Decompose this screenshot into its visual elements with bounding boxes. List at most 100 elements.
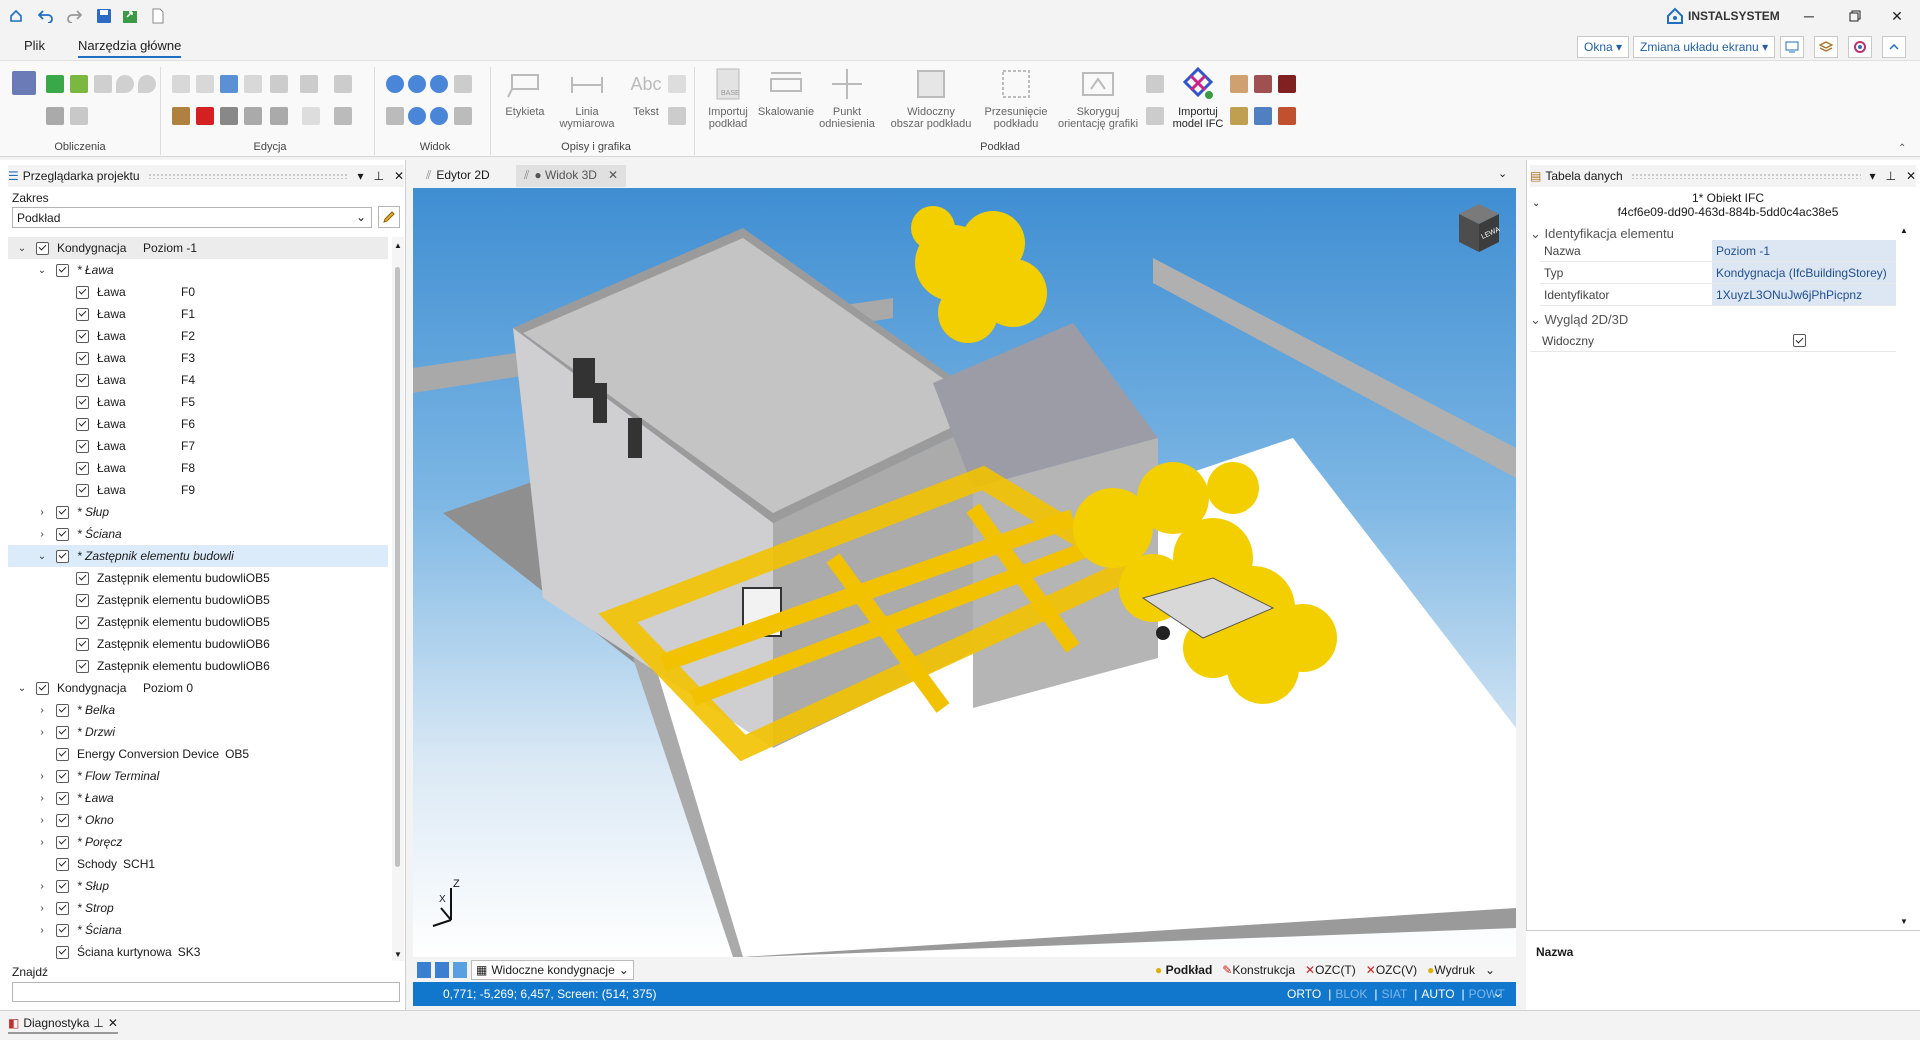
- tree-checkbox[interactable]: [76, 659, 89, 673]
- close-icon[interactable]: ✕: [1906, 169, 1916, 183]
- zoom-window-icon[interactable]: [430, 75, 448, 93]
- collapse-chevron-icon[interactable]: ⌄: [16, 243, 28, 254]
- select-icon[interactable]: [334, 107, 352, 125]
- dim-line-button[interactable]: Linia wymiarowa: [552, 65, 622, 130]
- data-table-scrollbar[interactable]: ▲ ▼: [1900, 226, 1912, 926]
- tree-checkbox[interactable]: [56, 725, 69, 739]
- tree-checkbox[interactable]: [36, 241, 49, 255]
- collapse-chevron-icon[interactable]: ⌄: [16, 683, 28, 694]
- ref-point-button[interactable]: Punkt odniesienia: [818, 65, 876, 130]
- collapse-ribbon-icon[interactable]: [1882, 36, 1906, 58]
- tree-row[interactable]: › * Strop: [8, 897, 388, 919]
- tree-row[interactable]: › * Drzwi: [8, 721, 388, 743]
- tree-checkbox[interactable]: [56, 549, 69, 563]
- tab-diagnostics[interactable]: ◧ Diagnostyka ⊥ ✕: [8, 1016, 118, 1034]
- tabs-dropdown-icon[interactable]: ⌄: [1498, 167, 1507, 180]
- redo-icon[interactable]: [64, 6, 84, 26]
- expand-chevron-icon[interactable]: ›: [36, 507, 48, 518]
- view-cube[interactable]: LEWA: [1453, 200, 1503, 254]
- zoom-in-icon[interactable]: [386, 75, 404, 93]
- close-icon[interactable]: ✕: [108, 1016, 118, 1030]
- bg-tool5-icon[interactable]: [1254, 107, 1272, 125]
- new-document-icon[interactable]: [148, 6, 168, 26]
- tree-row[interactable]: Ściana kurtynowa SK3: [8, 941, 388, 961]
- viewport-3d[interactable]: LEWA Z X: [413, 188, 1516, 957]
- delete-icon[interactable]: [196, 107, 214, 125]
- windows-dropdown[interactable]: Okna ▾: [1577, 36, 1630, 58]
- distribute-icon[interactable]: [300, 75, 318, 93]
- pan-icon[interactable]: [386, 107, 404, 125]
- collapse-chevron-icon[interactable]: ⌄: [36, 551, 48, 562]
- storey-down-icon[interactable]: [435, 962, 449, 978]
- expand-chevron-icon[interactable]: ›: [36, 793, 48, 804]
- tree-row[interactable]: Zastępnik elementu budowli OB5: [8, 567, 388, 589]
- status-mode-auto[interactable]: AUTO: [1421, 987, 1454, 1001]
- bg-tool6-icon[interactable]: [1278, 107, 1296, 125]
- status-mode-orto[interactable]: ORTO: [1287, 987, 1321, 1001]
- tree-checkbox[interactable]: [56, 263, 69, 277]
- import-bg-button[interactable]: BASE Importuj podkład: [700, 65, 756, 130]
- close-button[interactable]: ✕: [1874, 0, 1920, 32]
- tree-checkbox[interactable]: [56, 769, 69, 783]
- minimize-button[interactable]: ─: [1786, 0, 1832, 32]
- tree-checkbox[interactable]: [76, 593, 89, 607]
- tree-row[interactable]: Zastępnik elementu budowli OB6: [8, 633, 388, 655]
- tree-row[interactable]: Ława F1: [8, 303, 388, 325]
- tree-checkbox[interactable]: [36, 681, 49, 695]
- collapse-chevron-icon[interactable]: ⌄: [36, 265, 48, 276]
- expand-chevron-icon[interactable]: ›: [36, 837, 48, 848]
- status-mode-blok[interactable]: BLOK: [1335, 987, 1367, 1001]
- view-options-icon[interactable]: [454, 107, 472, 125]
- zoom-prev-icon[interactable]: [408, 107, 426, 125]
- pin-icon[interactable]: ⊥: [373, 169, 383, 183]
- tree-checkbox[interactable]: [56, 923, 69, 937]
- tree-row[interactable]: › * Belka: [8, 699, 388, 721]
- tab-file[interactable]: Plik: [24, 38, 45, 53]
- data-row-value[interactable]: Poziom -1: [1712, 240, 1896, 261]
- lines-icon[interactable]: [334, 75, 352, 93]
- close-icon[interactable]: ✕: [394, 169, 404, 183]
- status-menu-icon[interactable]: ⌄: [1493, 986, 1503, 1000]
- copy-icon[interactable]: [172, 75, 190, 93]
- tab-view-3d[interactable]: ⫽ ● Widok 3D ✕: [516, 165, 627, 187]
- bg-settings-icon[interactable]: [1146, 107, 1164, 125]
- move-bg-button[interactable]: Przesunięcie podkładu: [978, 65, 1054, 130]
- layer-ozct-button[interactable]: ✕OZC(T): [1305, 963, 1356, 977]
- tree-row[interactable]: Zastępnik elementu budowli OB6: [8, 655, 388, 677]
- expand-chevron-icon[interactable]: ›: [36, 903, 48, 914]
- dropdown-icon[interactable]: ▾: [357, 169, 363, 183]
- tree-checkbox[interactable]: [56, 791, 69, 805]
- tree-row[interactable]: Energy Conversion Device OB5: [8, 743, 388, 765]
- find-input[interactable]: [12, 982, 400, 1002]
- filter-icon[interactable]: [453, 962, 467, 978]
- export-icon[interactable]: [120, 6, 140, 26]
- layer-ozcv-button[interactable]: ✕OZC(V): [1366, 963, 1417, 977]
- save-icon[interactable]: [94, 6, 114, 26]
- ribbon-collapse-icon[interactable]: ⌃: [1898, 143, 1906, 154]
- tree-row[interactable]: › * Słup: [8, 875, 388, 897]
- tree-row[interactable]: Ława F8: [8, 457, 388, 479]
- tree-checkbox[interactable]: [76, 351, 89, 365]
- tree-checkbox[interactable]: [76, 307, 89, 321]
- tree-scrollbar[interactable]: ▲ ▼: [392, 237, 404, 961]
- pin-icon[interactable]: ⊥: [1885, 169, 1895, 183]
- zoom-out-icon[interactable]: [408, 75, 426, 93]
- layer-construction-button[interactable]: ✎Konstrukcja: [1222, 963, 1295, 977]
- tree-row[interactable]: Ława F0: [8, 281, 388, 303]
- calc-green-icon[interactable]: [46, 75, 64, 93]
- tree-checkbox[interactable]: [76, 373, 89, 387]
- scroll-thumb[interactable]: [395, 267, 400, 867]
- tree-checkbox[interactable]: [76, 637, 89, 651]
- home-icon[interactable]: [6, 6, 26, 26]
- group-icon[interactable]: [270, 107, 288, 125]
- tree-checkbox[interactable]: [56, 879, 69, 893]
- zoom-all-icon[interactable]: [430, 107, 448, 125]
- tree-row[interactable]: ⌄ Kondygnacja Poziom -1: [8, 237, 388, 259]
- section-appearance[interactable]: ⌄ Wygląd 2D/3D: [1530, 312, 1628, 328]
- tree-checkbox[interactable]: [76, 395, 89, 409]
- calc-table-icon[interactable]: [12, 71, 36, 95]
- tree-row[interactable]: Zastępnik elementu budowli OB5: [8, 611, 388, 633]
- tree-row[interactable]: ⌄ Kondygnacja Poziom 0: [8, 677, 388, 699]
- tree-checkbox[interactable]: [56, 527, 69, 541]
- layer-bg-button[interactable]: ● Podkład: [1155, 963, 1212, 977]
